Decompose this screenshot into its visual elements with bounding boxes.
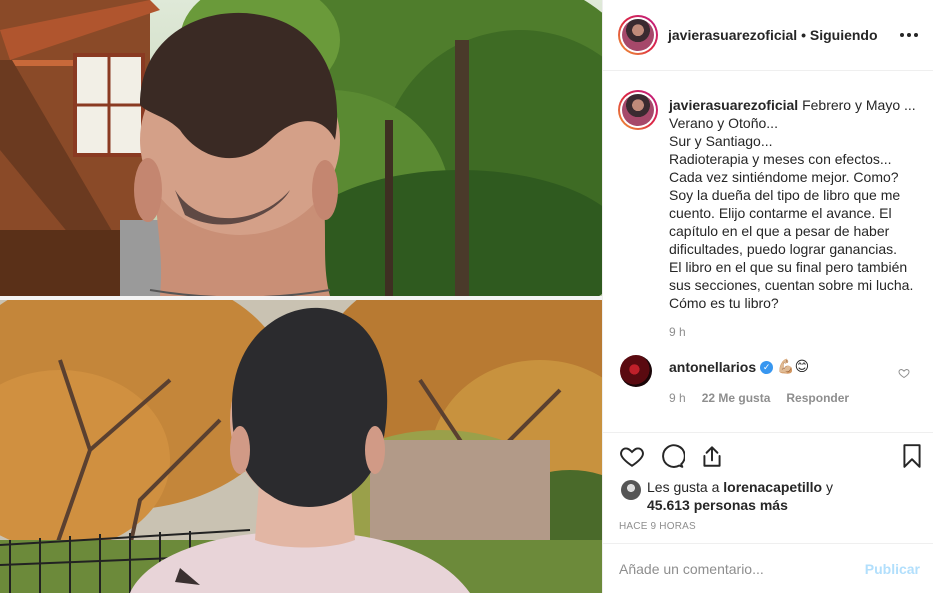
caption-line: dificultades, puedo lograr ganancias. [669, 241, 898, 257]
post-header: javierasuarezoficial • Siguiendo [603, 0, 933, 71]
post-photo[interactable] [0, 0, 602, 593]
comment-meta: 9 h 22 Me gusta Responder [669, 391, 849, 405]
likes-middle: y [822, 479, 833, 495]
avatar [622, 19, 654, 51]
caption-line: Cada vez sintiéndome mejor. Como? [669, 169, 899, 185]
caption-line: Cómo es tu libro? [669, 295, 779, 311]
caption-avatar [622, 94, 654, 126]
header-user-line: javierasuarezoficial • Siguiendo [668, 27, 878, 43]
reply-button[interactable]: Responder [786, 391, 849, 405]
publish-button[interactable]: Publicar [865, 561, 920, 577]
comment-text: 💪🏼😊 [777, 359, 810, 375]
caption-line: Sur y Santiago... [669, 133, 773, 149]
post-side-panel: javierasuarezoficial • Siguiendo javiera… [602, 0, 933, 593]
caption-username[interactable]: javierasuarezoficial [669, 97, 798, 113]
heart-icon[interactable] [619, 443, 645, 469]
caption-line: Soy la dueña del tipo de libro que me [669, 187, 901, 203]
comments-section: javierasuarezoficial Febrero y Mayo ... … [603, 71, 933, 432]
more-options-icon[interactable] [898, 24, 920, 46]
separator-dot: • [801, 27, 806, 43]
comment-likes[interactable]: 22 Me gusta [702, 391, 771, 405]
caption-line: Febrero y Mayo ... [798, 97, 916, 113]
liker-avatar[interactable] [621, 480, 641, 500]
photo-top-panel [0, 0, 602, 296]
caption-line: sus secciones, cuentan sobre mi lucha. [669, 277, 914, 293]
liker-username[interactable]: lorenacapetillo [723, 479, 822, 495]
story-ring[interactable] [618, 15, 658, 55]
likes-others[interactable]: 45.613 personas más [647, 497, 788, 513]
comment-heart-icon[interactable] [898, 367, 910, 379]
commenter-username[interactable]: antonellarios [669, 359, 756, 375]
comment-line: antonellarios ✓ 💪🏼😊 [669, 359, 809, 375]
post-timestamp[interactable]: HACE 9 HORAS [619, 521, 696, 532]
add-comment-bar: Publicar [603, 543, 933, 593]
header-username[interactable]: javierasuarezoficial [668, 27, 797, 43]
caption-line: El libro en el que su final pero también [669, 259, 908, 275]
verified-badge-icon: ✓ [760, 360, 774, 374]
caption-story-ring[interactable] [618, 90, 658, 130]
caption-timestamp[interactable]: 9 h [669, 325, 686, 339]
likes-summary: Les gusta a lorenacapetillo y 45.613 per… [647, 478, 927, 514]
likes-prefix: Les gusta a [647, 479, 724, 495]
caption: javierasuarezoficial Febrero y Mayo ... … [669, 96, 919, 312]
caption-line: Verano y Otoño... [669, 115, 778, 131]
comment-input[interactable] [619, 559, 849, 579]
photo-bottom-panel [0, 300, 602, 593]
follow-button[interactable]: Siguiendo [810, 27, 878, 43]
bookmark-icon[interactable] [899, 443, 925, 469]
share-icon[interactable] [699, 443, 725, 469]
comment-time[interactable]: 9 h [669, 391, 686, 405]
action-bar: Les gusta a lorenacapetillo y 45.613 per… [603, 432, 933, 543]
caption-line: Radioterapia y meses con efectos... [669, 151, 892, 167]
caption-line: cuento. Elijo contarme el avance. El [669, 205, 892, 221]
comment-bubble-icon[interactable] [659, 443, 685, 469]
caption-line: capítulo en el que a pesar de haber [669, 223, 890, 239]
commenter-avatar[interactable] [620, 355, 652, 387]
